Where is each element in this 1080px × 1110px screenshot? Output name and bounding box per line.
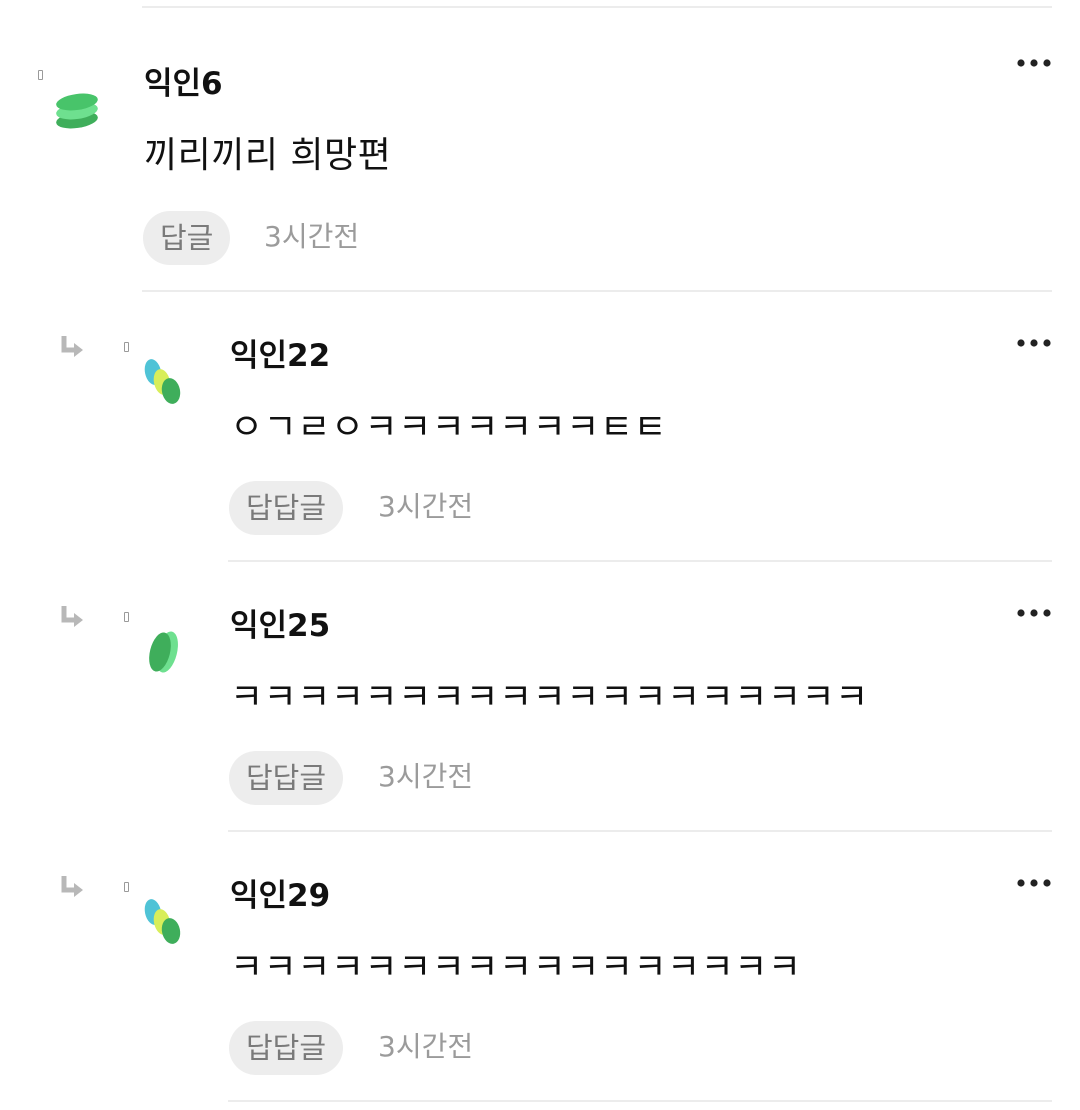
reply-button[interactable]: 답답글 bbox=[229, 751, 344, 805]
comment-text: ㅇㄱㄹㅇㅋㅋㅋㅋㅋㅋㅋㅌㅌ bbox=[230, 407, 668, 448]
divider bbox=[228, 1100, 1052, 1102]
more-options-icon[interactable] bbox=[1016, 56, 1052, 70]
reply-item: 익인25 ㅋㅋㅋㅋㅋㅋㅋㅋㅋㅋㅋㅋㅋㅋㅋㅋㅋㅋㅋ 답답글 3시간전 bbox=[0, 562, 1080, 832]
level-badge-icon bbox=[124, 342, 129, 352]
more-options-icon[interactable] bbox=[1016, 336, 1052, 350]
comment-author: 익인29 bbox=[230, 878, 331, 914]
reply-item: 익인29 ㅋㅋㅋㅋㅋㅋㅋㅋㅋㅋㅋㅋㅋㅋㅋㅋㅋ 답답글 3시간전 bbox=[0, 832, 1080, 1102]
reply-arrow-icon bbox=[61, 336, 83, 357]
three-ovals-avatar-icon bbox=[144, 899, 181, 944]
comment-timestamp: 3시간전 bbox=[264, 220, 360, 253]
level-badge-icon bbox=[124, 612, 129, 622]
reply-item: 익인22 ㅇㄱㄹㅇㅋㅋㅋㅋㅋㅋㅋㅌㅌ 답답글 3시간전 bbox=[0, 292, 1080, 562]
comment-timestamp: 3시간전 bbox=[378, 760, 474, 793]
level-badge-icon bbox=[124, 882, 129, 892]
reply-button[interactable]: 답답글 bbox=[229, 1021, 344, 1075]
comment-author: 익인6 bbox=[144, 66, 223, 102]
comment-timestamp: 3시간전 bbox=[378, 490, 474, 523]
comment-author: 익인22 bbox=[230, 338, 331, 374]
reply-button[interactable]: 답답글 bbox=[229, 481, 344, 535]
three-ovals-avatar-icon bbox=[144, 359, 181, 404]
comment-text: ㅋㅋㅋㅋㅋㅋㅋㅋㅋㅋㅋㅋㅋㅋㅋㅋㅋ bbox=[230, 947, 802, 988]
reply-arrow-icon bbox=[61, 876, 83, 897]
comment-item: 익인6 끼리끼리 희망편 답글 3시간전 bbox=[0, 0, 1080, 292]
comment-author: 익인25 bbox=[230, 608, 331, 644]
two-ovals-avatar-icon bbox=[149, 631, 178, 673]
comment-timestamp: 3시간전 bbox=[378, 1030, 474, 1063]
more-options-icon[interactable] bbox=[1016, 876, 1052, 890]
comment-list: 익인6 끼리끼리 희망편 답글 3시간전 익인22 ㅇㄱㄹㅇㅋㅋㅋㅋㅋㅋㅋㅌㅌ bbox=[0, 0, 1080, 1110]
reply-arrow-icon bbox=[61, 606, 83, 627]
more-options-icon[interactable] bbox=[1016, 606, 1052, 620]
level-badge-icon bbox=[38, 70, 43, 80]
comment-text: ㅋㅋㅋㅋㅋㅋㅋㅋㅋㅋㅋㅋㅋㅋㅋㅋㅋㅋㅋ bbox=[230, 677, 869, 718]
reply-button[interactable]: 답글 bbox=[143, 211, 231, 265]
comment-text: 끼리끼리 희망편 bbox=[144, 135, 392, 176]
green-stack-avatar-icon bbox=[56, 93, 98, 129]
